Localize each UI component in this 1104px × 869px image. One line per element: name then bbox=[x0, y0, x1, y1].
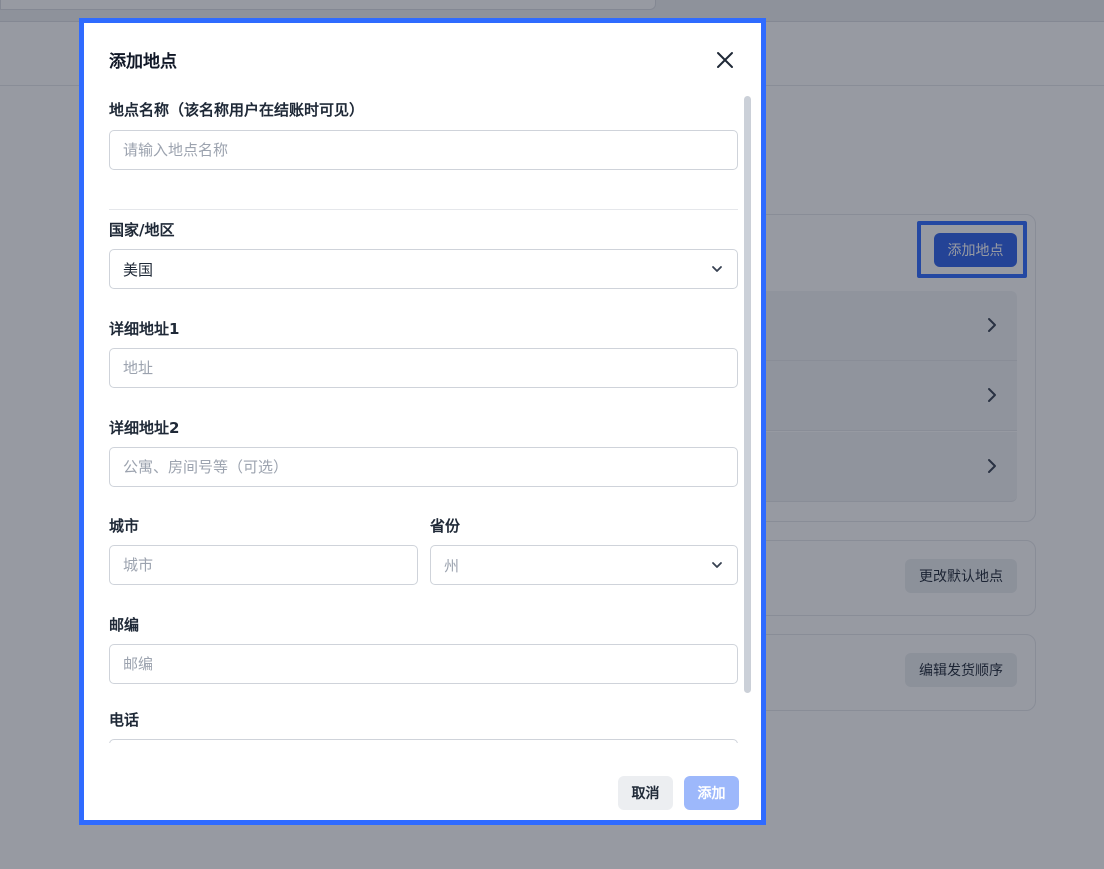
country-select-value: 美国 bbox=[123, 260, 154, 279]
chevron-down-icon bbox=[712, 266, 722, 272]
location-name-input[interactable] bbox=[109, 130, 738, 170]
modal-body[interactable]: 地点名称（该名称用户在结账时可见） 国家/地区 美国 详细地址1 详细地址2 城… bbox=[84, 93, 761, 743]
cancel-button[interactable]: 取消 bbox=[618, 776, 673, 810]
city-input[interactable] bbox=[109, 545, 418, 585]
modal-scrollbar[interactable] bbox=[744, 96, 751, 693]
phone-input[interactable] bbox=[109, 739, 738, 743]
zip-input[interactable] bbox=[109, 644, 738, 684]
chevron-down-icon bbox=[712, 562, 722, 568]
close-button[interactable] bbox=[712, 47, 738, 73]
address1-input[interactable] bbox=[109, 348, 738, 388]
address2-label: 详细地址2 bbox=[109, 419, 180, 437]
close-icon bbox=[717, 52, 733, 68]
add-button[interactable]: 添加 bbox=[684, 776, 739, 810]
zip-label: 邮编 bbox=[109, 616, 140, 634]
add-location-modal: 添加地点 地点名称（该名称用户在结账时可见） 国家/地区 美国 详细地址1 详细… bbox=[79, 18, 766, 825]
state-label: 省份 bbox=[430, 517, 461, 535]
divider bbox=[109, 209, 738, 210]
state-select[interactable]: 州 bbox=[430, 545, 738, 585]
address2-input[interactable] bbox=[109, 447, 738, 487]
phone-label: 电话 bbox=[109, 711, 140, 729]
state-select-placeholder: 州 bbox=[444, 556, 460, 575]
country-select[interactable]: 美国 bbox=[109, 249, 738, 289]
location-name-label: 地点名称（该名称用户在结账时可见） bbox=[109, 101, 365, 119]
city-label: 城市 bbox=[109, 517, 140, 535]
address1-label: 详细地址1 bbox=[109, 320, 180, 338]
modal-title: 添加地点 bbox=[109, 52, 177, 72]
country-label: 国家/地区 bbox=[109, 221, 175, 239]
